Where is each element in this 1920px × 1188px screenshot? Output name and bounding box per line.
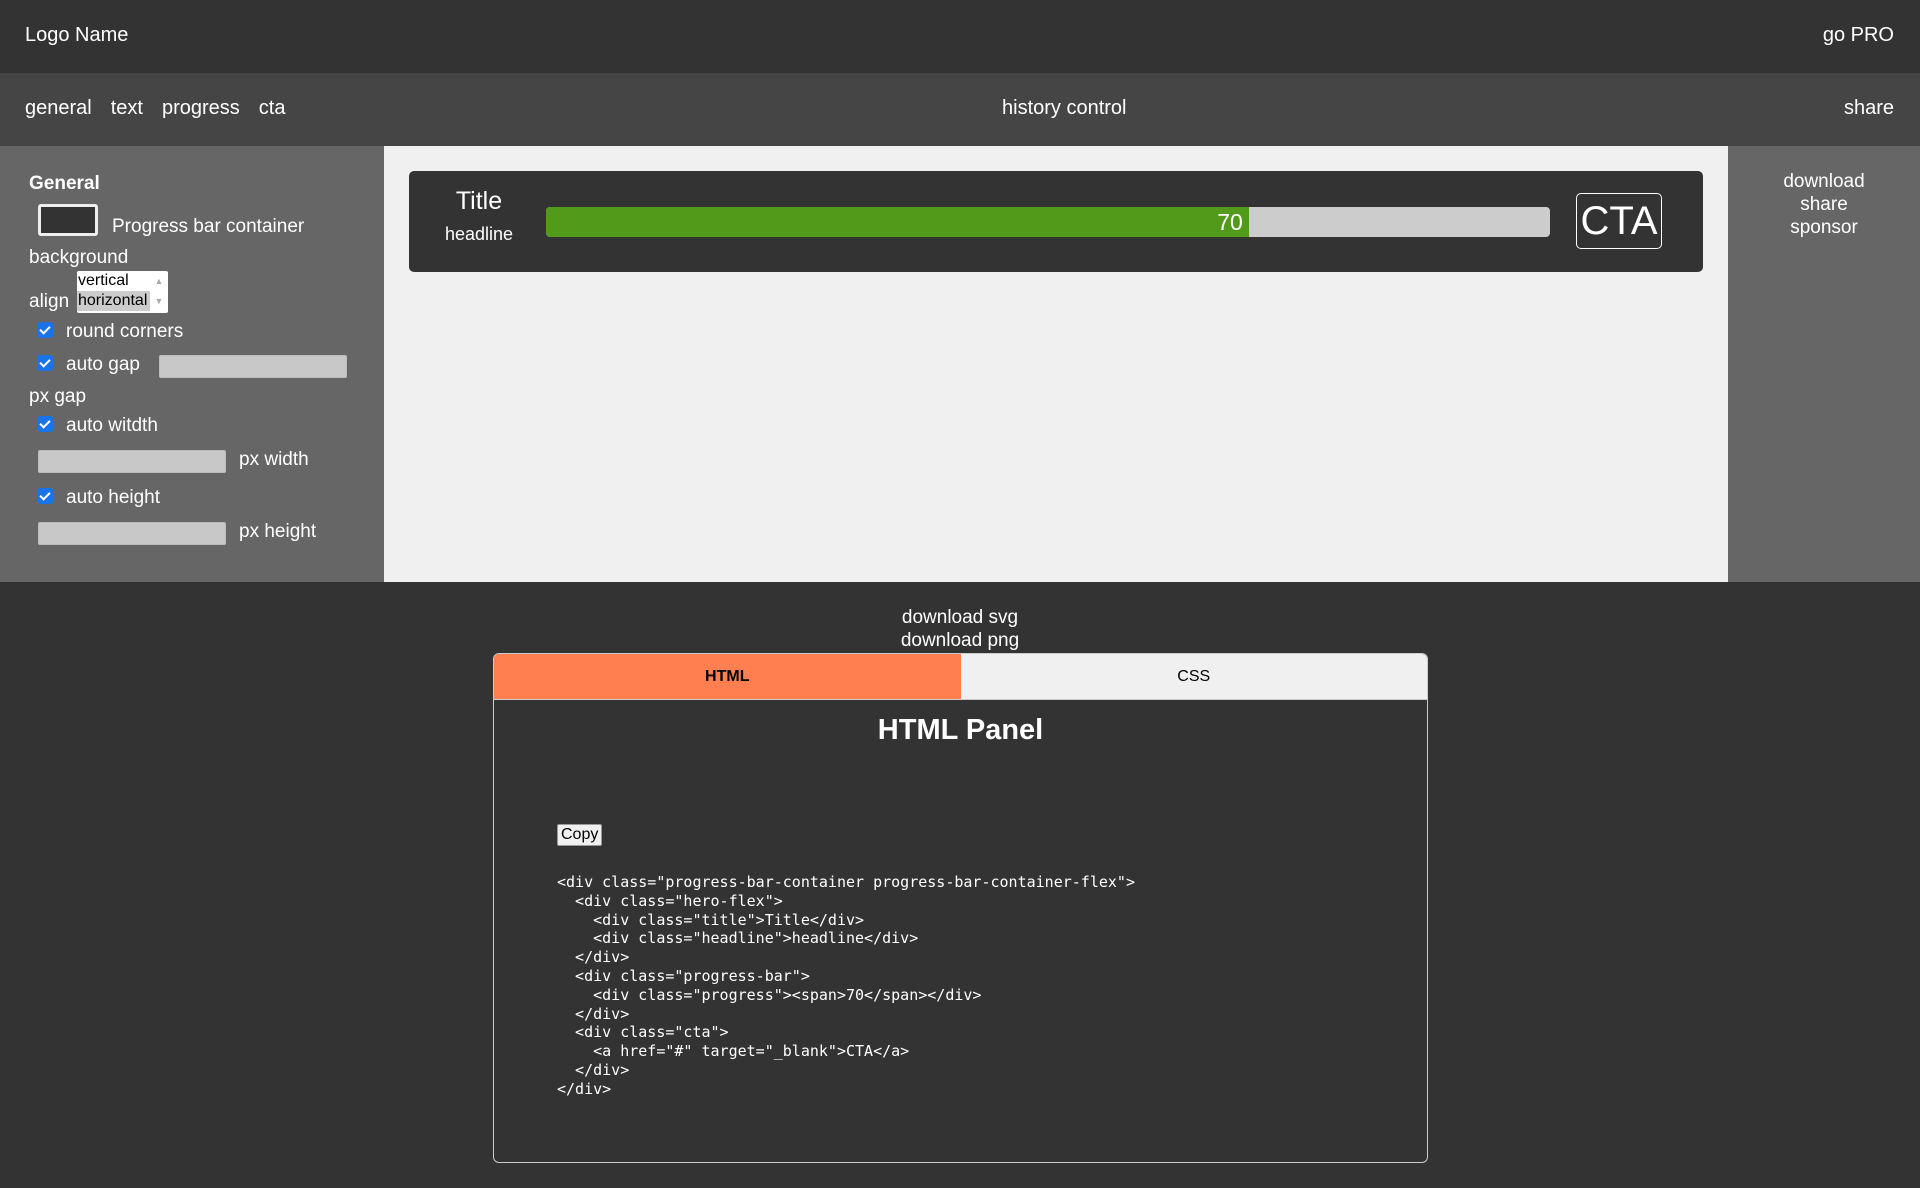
height-input[interactable]: [38, 522, 226, 545]
align-select[interactable]: vertical horizontal ▲ ▼: [77, 271, 168, 313]
code-panel: HTML CSS HTML Panel Copy <div class="pro…: [493, 653, 1428, 1163]
progress-track: 70: [546, 207, 1550, 237]
top-bar: Logo Name go PRO: [0, 0, 1920, 73]
auto-height-checkbox[interactable]: [37, 488, 53, 504]
panel-title: HTML Panel: [877, 714, 1044, 746]
auto-height-label: auto height: [66, 487, 161, 508]
preview-title: Title: [455, 187, 503, 215]
px-height-label: px height: [239, 521, 317, 542]
container-color-picker[interactable]: [38, 204, 98, 236]
download-png-link[interactable]: download png: [0, 629, 1920, 652]
select-scrollbar[interactable]: ▲ ▼: [150, 271, 168, 313]
nav-tab-progress[interactable]: progress: [162, 97, 240, 120]
auto-width-checkbox[interactable]: [37, 416, 53, 432]
nav-bar: general text progress cta history contro…: [0, 73, 1920, 146]
auto-width-label: auto witdth: [66, 415, 158, 436]
round-corners-checkbox[interactable]: [37, 322, 53, 338]
width-input[interactable]: [38, 450, 226, 473]
scroll-up-icon[interactable]: ▲: [150, 271, 168, 291]
container-label: Progress bar container: [112, 216, 305, 237]
share-link[interactable]: share: [1844, 97, 1894, 120]
download-links: download svg download png: [0, 606, 1920, 652]
preview-headline: headline: [444, 224, 514, 244]
right-panel: download share sponsor: [1728, 146, 1920, 582]
round-corners-label: round corners: [66, 321, 184, 342]
sponsor-link[interactable]: sponsor: [1728, 216, 1920, 239]
history-control[interactable]: history control: [1002, 97, 1127, 120]
settings-sidebar: General Progress bar container backgroun…: [0, 146, 384, 582]
copy-button[interactable]: Copy: [557, 824, 603, 846]
cta-button[interactable]: CTA: [1576, 193, 1662, 249]
progress-value: 70: [1217, 209, 1243, 235]
nav-tab-general[interactable]: general: [25, 97, 92, 120]
color-swatch-fill: [41, 207, 95, 233]
logo[interactable]: Logo Name: [25, 24, 128, 47]
nav-tab-text[interactable]: text: [111, 97, 143, 120]
align-label: align: [29, 291, 70, 312]
progress-bar-container: Title headline 70 CTA: [409, 171, 1703, 272]
align-option-vertical[interactable]: vertical: [77, 271, 150, 291]
tab-html[interactable]: HTML: [494, 654, 961, 699]
auto-gap-checkbox[interactable]: [37, 355, 53, 371]
download-link[interactable]: download: [1728, 170, 1920, 193]
auto-gap-label: auto gap: [66, 354, 140, 375]
preview-canvas: Title headline 70 CTA: [384, 146, 1728, 582]
share-link-side[interactable]: share: [1728, 193, 1920, 216]
nav-tabs: general text progress cta: [25, 97, 285, 120]
scroll-down-icon[interactable]: ▼: [150, 291, 168, 311]
tab-css[interactable]: CSS: [960, 654, 1427, 699]
align-option-horizontal[interactable]: horizontal: [77, 291, 150, 311]
px-gap-label: px gap: [29, 386, 87, 407]
hero: Title headline: [439, 187, 519, 245]
sidebar-heading: General: [29, 173, 100, 194]
px-width-label: px width: [239, 449, 309, 470]
go-pro-link[interactable]: go PRO: [1823, 24, 1894, 47]
download-svg-link[interactable]: download svg: [0, 606, 1920, 629]
code-tabs: HTML CSS: [494, 654, 1427, 700]
background-label: background: [29, 247, 129, 268]
gap-input[interactable]: [159, 355, 347, 378]
code-block[interactable]: <div class="progress-bar-container progr…: [557, 873, 1135, 1099]
nav-tab-cta[interactable]: cta: [259, 97, 286, 120]
progress-fill: 70: [546, 207, 1249, 237]
